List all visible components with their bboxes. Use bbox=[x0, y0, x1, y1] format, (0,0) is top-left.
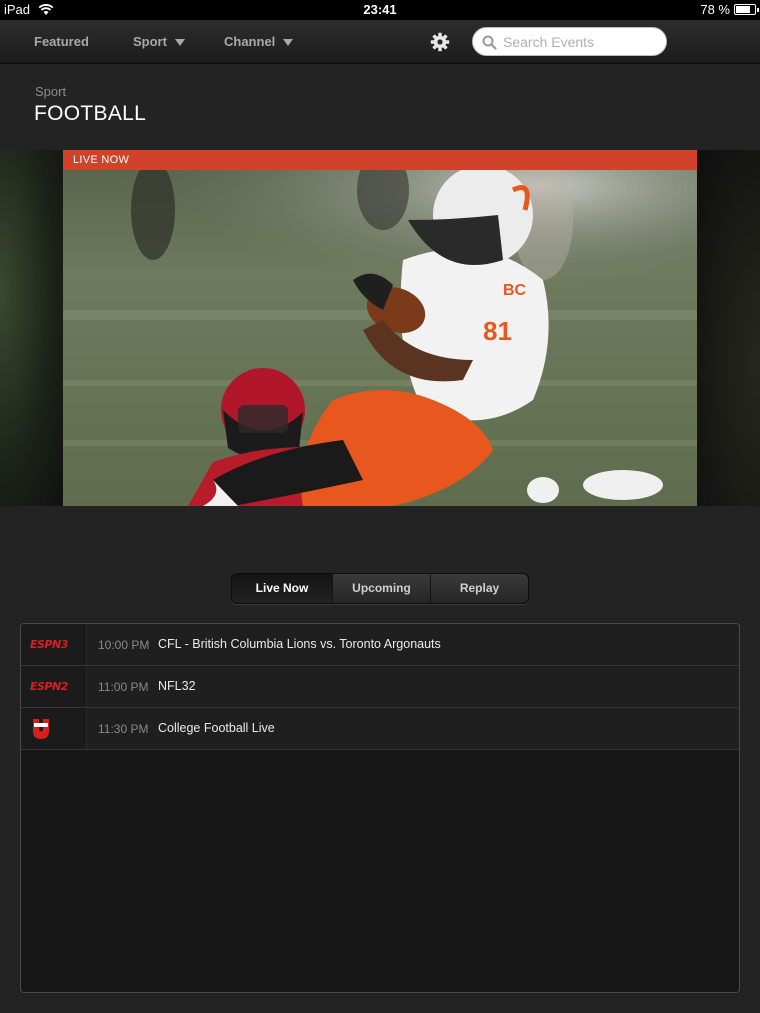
event-title: CFL - British Columbia Lions vs. Toronto… bbox=[158, 637, 441, 651]
chevron-down-icon bbox=[174, 39, 185, 47]
channel-logo-cell bbox=[21, 708, 87, 749]
hero-carousel[interactable]: 81 BC LIVE NOW bbox=[0, 150, 760, 506]
previous-slide-preview[interactable] bbox=[0, 150, 63, 506]
nav-sport-dropdown[interactable]: Sport bbox=[133, 34, 185, 49]
event-time: 11:30 PM bbox=[98, 722, 149, 736]
status-bar: iPad 23:41 78 % bbox=[0, 0, 760, 20]
chevron-down-icon bbox=[283, 39, 294, 47]
nav-featured[interactable]: Featured bbox=[34, 34, 89, 49]
event-list: ESPN3 10:00 PM CFL - British Columbia Li… bbox=[20, 623, 740, 993]
tab-upcoming[interactable]: Upcoming bbox=[332, 574, 430, 603]
event-row[interactable]: ESPN3 10:00 PM CFL - British Columbia Li… bbox=[21, 624, 739, 666]
breadcrumb: Sport bbox=[35, 84, 67, 99]
search-icon bbox=[482, 35, 497, 50]
hero-image[interactable]: 81 BC LIVE NOW bbox=[63, 150, 697, 506]
nav-sport-label: Sport bbox=[133, 34, 167, 49]
nav-bar: Featured Sport Channel bbox=[0, 20, 760, 64]
svg-text:81: 81 bbox=[483, 316, 512, 346]
event-row[interactable]: ESPN2 11:00 PM NFL32 bbox=[21, 666, 739, 708]
search-box[interactable] bbox=[472, 27, 667, 56]
live-now-banner: LIVE NOW bbox=[63, 150, 697, 170]
event-time: 11:00 PM bbox=[98, 680, 149, 694]
svg-text:BC: BC bbox=[503, 282, 527, 299]
nav-channel-dropdown[interactable]: Channel bbox=[224, 34, 294, 49]
tab-live-now[interactable]: Live Now bbox=[232, 574, 332, 603]
gear-icon[interactable] bbox=[430, 32, 450, 52]
tab-replay[interactable]: Replay bbox=[430, 574, 528, 603]
search-input[interactable] bbox=[503, 33, 658, 51]
event-title: NFL32 bbox=[158, 679, 196, 693]
next-slide-preview[interactable] bbox=[697, 150, 760, 506]
event-title: College Football Live bbox=[158, 721, 275, 735]
channel-logo-cell: ESPN3 bbox=[21, 624, 87, 665]
page-title: FOOTBALL bbox=[34, 102, 147, 125]
event-filter-tabs: Live Now Upcoming Replay bbox=[231, 573, 529, 604]
battery-percent: 78 % bbox=[700, 2, 730, 17]
event-time: 10:00 PM bbox=[98, 638, 150, 652]
espn2-logo: ESPN2 bbox=[30, 680, 68, 693]
espnu-logo bbox=[33, 719, 49, 739]
clock: 23:41 bbox=[363, 2, 397, 17]
nav-channel-label: Channel bbox=[224, 34, 276, 49]
espn3-logo: ESPN3 bbox=[30, 638, 68, 651]
event-row[interactable]: 11:30 PM College Football Live bbox=[21, 708, 739, 750]
battery-icon bbox=[734, 4, 759, 15]
nav-featured-label: Featured bbox=[34, 34, 89, 49]
football-player-photo: 81 BC bbox=[63, 150, 697, 506]
channel-logo-cell: ESPN2 bbox=[21, 666, 87, 707]
